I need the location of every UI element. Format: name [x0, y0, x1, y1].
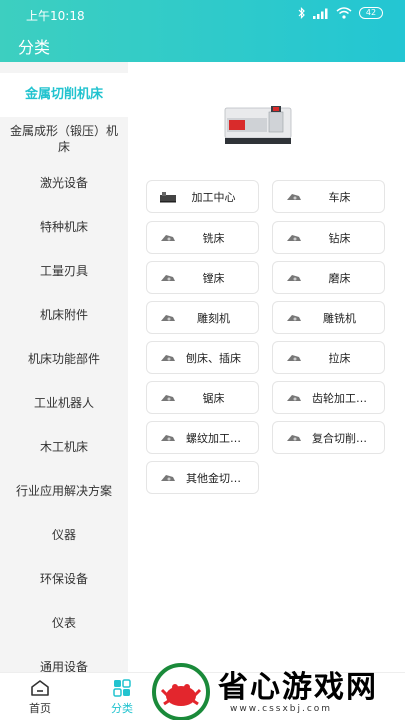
other-metal-cutting-icon — [161, 474, 175, 481]
sidebar-item-tools[interactable]: 工量刃具 — [0, 249, 128, 293]
sidebar-item-meters[interactable]: 仪表 — [0, 601, 128, 645]
tile-planer[interactable]: 刨床、插床 — [146, 341, 259, 374]
page-title: 分类 — [18, 38, 51, 57]
boring-icon — [161, 274, 175, 281]
drilling-icon — [287, 234, 301, 241]
tile-milling[interactable]: 铣床 — [146, 221, 259, 254]
category-content: 加工中心 车床 铣床 钻床 镗床 磨床 雕刻机 雕铣机 刨床、插床 拉床 锯床 — [128, 62, 405, 672]
status-time: 上午10:18 — [26, 9, 85, 23]
wifi-icon — [336, 7, 352, 19]
engraving-icon — [161, 314, 175, 321]
tile-engrave-mill[interactable]: 雕铣机 — [272, 301, 385, 334]
tile-lathe[interactable]: 车床 — [272, 180, 385, 213]
tile-sawing[interactable]: 锯床 — [146, 381, 259, 414]
tile-compound-cutting[interactable]: 复合切削… — [272, 421, 385, 454]
signal-icon — [313, 8, 328, 19]
crab-logo-icon — [152, 663, 210, 720]
tab-home[interactable]: 首页 — [10, 677, 70, 719]
sidebar-item-accessories[interactable]: 机床附件 — [0, 293, 128, 337]
bluetooth-icon — [298, 7, 305, 19]
planer-icon — [161, 354, 175, 361]
tile-thread-machine[interactable]: 螺纹加工… — [146, 421, 259, 454]
top-bar: 上午10:18 42 分类 — [0, 0, 405, 62]
lathe-icon — [287, 193, 301, 200]
cnc-machine-image — [224, 106, 292, 144]
tab-category[interactable]: 分类 — [92, 677, 152, 719]
tile-boring[interactable]: 镗床 — [146, 261, 259, 294]
sidebar-item-instruments[interactable]: 仪器 — [0, 513, 128, 557]
status-icons: 42 — [298, 7, 383, 19]
category-sidebar: 金属切削机床 金属成形（锻压）机床 激光设备 特种机床 工量刃具 机床附件 机床… — [0, 62, 128, 672]
tile-grinding[interactable]: 磨床 — [272, 261, 385, 294]
gear-machine-icon — [287, 394, 301, 401]
grinding-icon — [287, 274, 301, 281]
sidebar-item-metal-cutting[interactable]: 金属切削机床 — [0, 73, 128, 117]
engrave-mill-icon — [287, 314, 301, 321]
battery-icon: 42 — [359, 7, 383, 19]
site-watermark: 省心游戏网 www.cssxbj.com — [150, 660, 405, 720]
broaching-icon — [287, 354, 301, 361]
compound-cutting-icon — [287, 434, 301, 441]
machining-center-icon — [160, 191, 176, 202]
sidebar-item-woodworking[interactable]: 木工机床 — [0, 425, 128, 469]
tile-drilling[interactable]: 钻床 — [272, 221, 385, 254]
sidebar-item-general[interactable]: 通用设备 — [0, 645, 128, 672]
sidebar-item-robots[interactable]: 工业机器人 — [0, 381, 128, 425]
status-bar: 上午10:18 42 — [0, 0, 405, 28]
category-icon — [113, 679, 131, 697]
tile-broaching[interactable]: 拉床 — [272, 341, 385, 374]
thread-machine-icon — [161, 434, 175, 441]
tile-engraving[interactable]: 雕刻机 — [146, 301, 259, 334]
tile-machining-center[interactable]: 加工中心 — [146, 180, 259, 213]
home-icon — [31, 680, 49, 696]
watermark-url: www.cssxbj.com — [230, 704, 333, 714]
sidebar-item-metal-forming[interactable]: 金属成形（锻压）机床 — [0, 117, 128, 161]
tile-gear-machine[interactable]: 齿轮加工… — [272, 381, 385, 414]
sawing-icon — [161, 394, 175, 401]
sidebar-item-environmental[interactable]: 环保设备 — [0, 557, 128, 601]
milling-icon — [161, 234, 175, 241]
sidebar-item-solutions[interactable]: 行业应用解决方案 — [0, 469, 128, 513]
tile-other-metal-cutting[interactable]: 其他金切… — [146, 461, 259, 494]
watermark-title: 省心游戏网 — [218, 670, 378, 705]
sidebar-item-laser[interactable]: 激光设备 — [0, 161, 128, 205]
sidebar-item-special[interactable]: 特种机床 — [0, 205, 128, 249]
sidebar-item-functional-parts[interactable]: 机床功能部件 — [0, 337, 128, 381]
